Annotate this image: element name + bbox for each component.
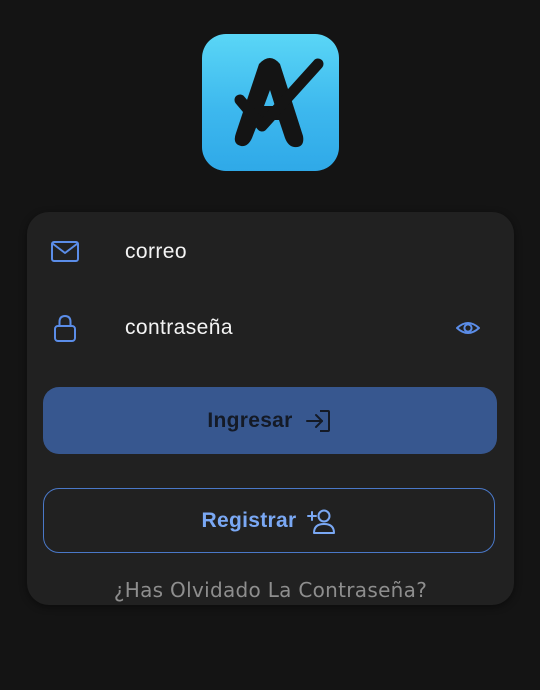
login-screen: Ingresar Registrar ¿Has Olvidado La Cont… xyxy=(0,0,540,690)
email-field-row xyxy=(27,222,514,282)
forgot-password-link[interactable]: ¿Has Olvidado La Contraseña? xyxy=(27,578,514,602)
email-input[interactable] xyxy=(125,234,445,270)
login-button[interactable]: Ingresar xyxy=(43,387,497,454)
app-logo xyxy=(202,34,339,171)
add-user-icon xyxy=(307,509,336,534)
login-arrow-icon xyxy=(305,409,330,432)
password-field-row xyxy=(27,298,514,358)
login-button-label: Ingresar xyxy=(207,408,293,432)
login-card: Ingresar Registrar ¿Has Olvidado La Cont… xyxy=(27,212,514,605)
register-button[interactable]: Registrar xyxy=(43,488,495,553)
eye-icon[interactable] xyxy=(455,316,481,340)
register-button-label: Registrar xyxy=(201,508,297,532)
mail-icon xyxy=(49,236,81,268)
app-logo-a-check-icon xyxy=(234,58,324,148)
lock-icon xyxy=(49,312,81,344)
password-input[interactable] xyxy=(125,310,445,346)
